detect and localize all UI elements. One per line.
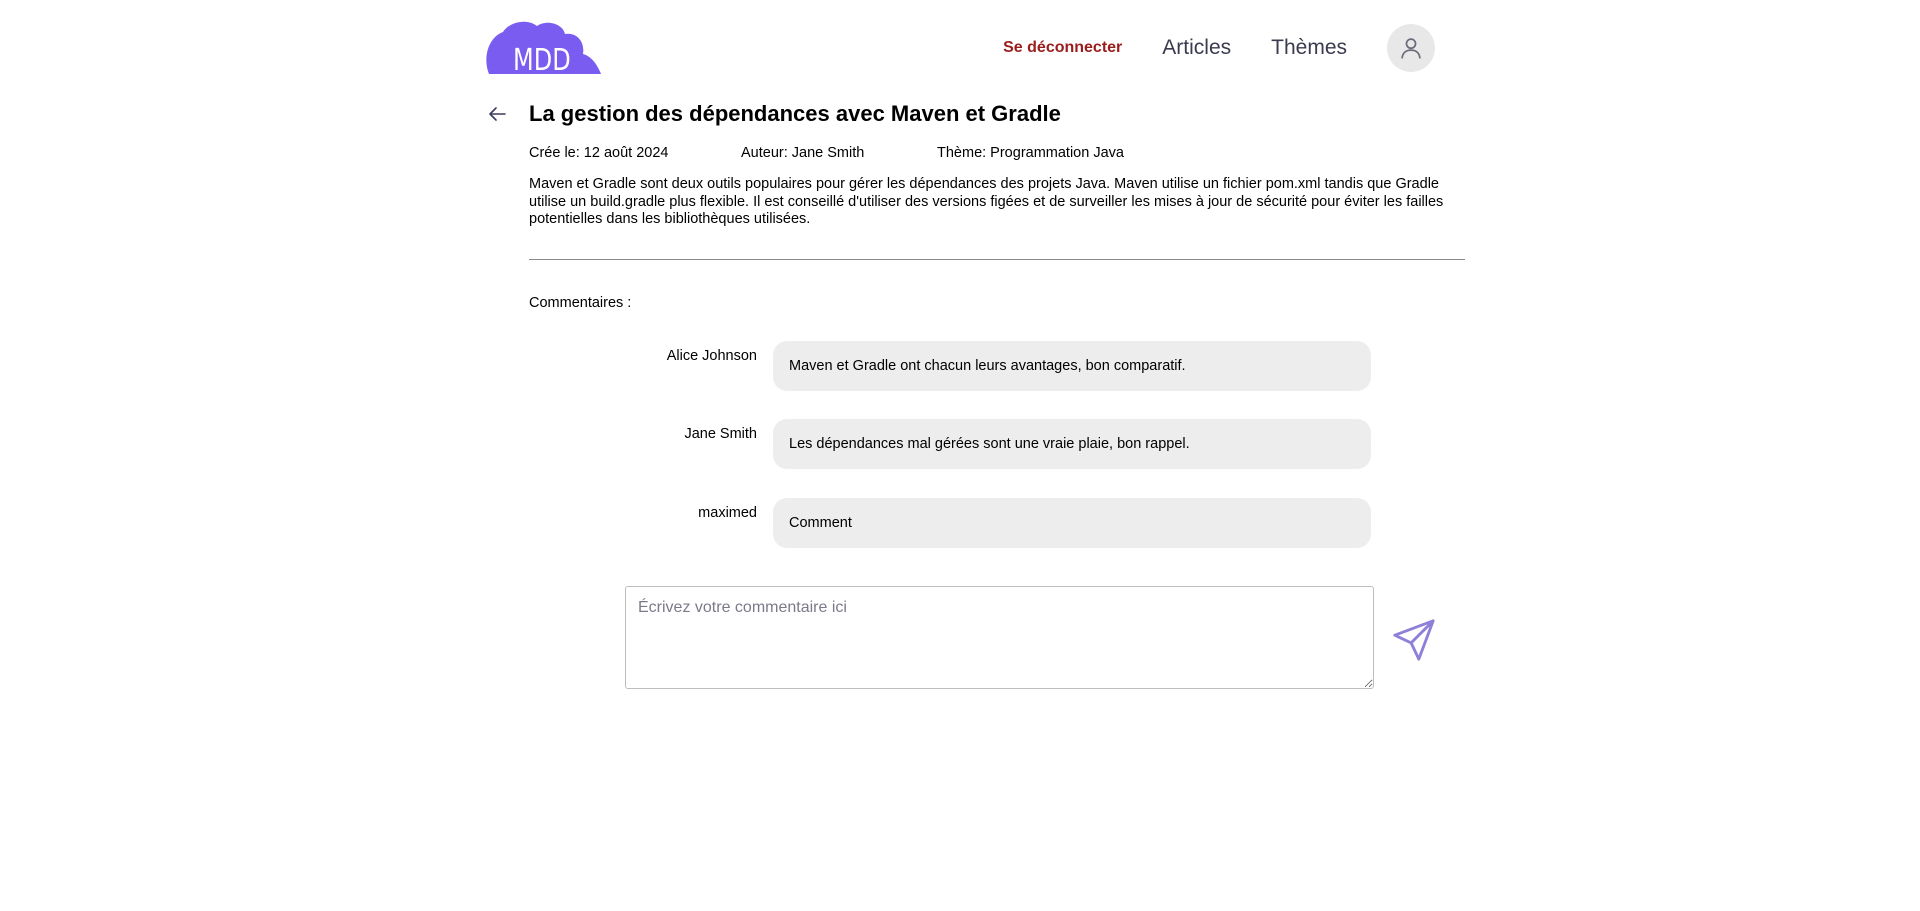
comment-author: Jane Smith xyxy=(684,426,757,442)
back-button[interactable] xyxy=(485,102,509,126)
article-content: Maven et Gradle sont deux outils populai… xyxy=(529,176,1444,227)
comment-author: maximed xyxy=(698,505,757,521)
comment-item: Jane Smith Les dépendances mal gérées so… xyxy=(600,419,1372,469)
header: MDD Se déconnecter Articles Thèmes xyxy=(485,18,1435,78)
top-nav: Se déconnecter Articles Thèmes xyxy=(1003,18,1435,78)
logo-text: MDD xyxy=(513,43,571,78)
nav-themes[interactable]: Thèmes xyxy=(1271,36,1347,60)
comment-item: Alice Johnson Maven et Gradle ont chacun… xyxy=(600,341,1372,391)
profile-button[interactable] xyxy=(1387,24,1435,72)
comment-input[interactable] xyxy=(625,586,1374,689)
article-created-date: Crée le: 12 août 2024 xyxy=(529,145,669,161)
divider xyxy=(529,259,1465,260)
comment-bubble: Les dépendances mal gérées sont une vrai… xyxy=(773,419,1371,469)
article-author: Auteur: Jane Smith xyxy=(741,145,865,161)
comment-bubble: Comment xyxy=(773,498,1371,548)
comments-label: Commentaires : xyxy=(529,295,632,311)
logout-link[interactable]: Se déconnecter xyxy=(1003,39,1122,57)
article-page: MDD Se déconnecter Articles Thèmes La ge… xyxy=(0,0,1920,911)
article-theme: Thème: Programmation Java xyxy=(937,145,1124,161)
send-button[interactable] xyxy=(1391,617,1437,663)
comment-author: Alice Johnson xyxy=(666,348,757,364)
comment-bubble: Maven et Gradle ont chacun leurs avantag… xyxy=(773,341,1371,391)
logo[interactable]: MDD xyxy=(485,20,603,78)
arrow-left-icon xyxy=(489,107,506,121)
article-meta: Crée le: 12 août 2024 Auteur: Jane Smith… xyxy=(529,144,1124,162)
nav-articles[interactable]: Articles xyxy=(1162,36,1231,60)
user-icon xyxy=(1401,38,1421,59)
send-icon xyxy=(1393,619,1435,661)
article-title: La gestion des dépendances avec Maven et… xyxy=(529,101,1061,126)
comment-item: maximed Comment xyxy=(600,498,1372,548)
